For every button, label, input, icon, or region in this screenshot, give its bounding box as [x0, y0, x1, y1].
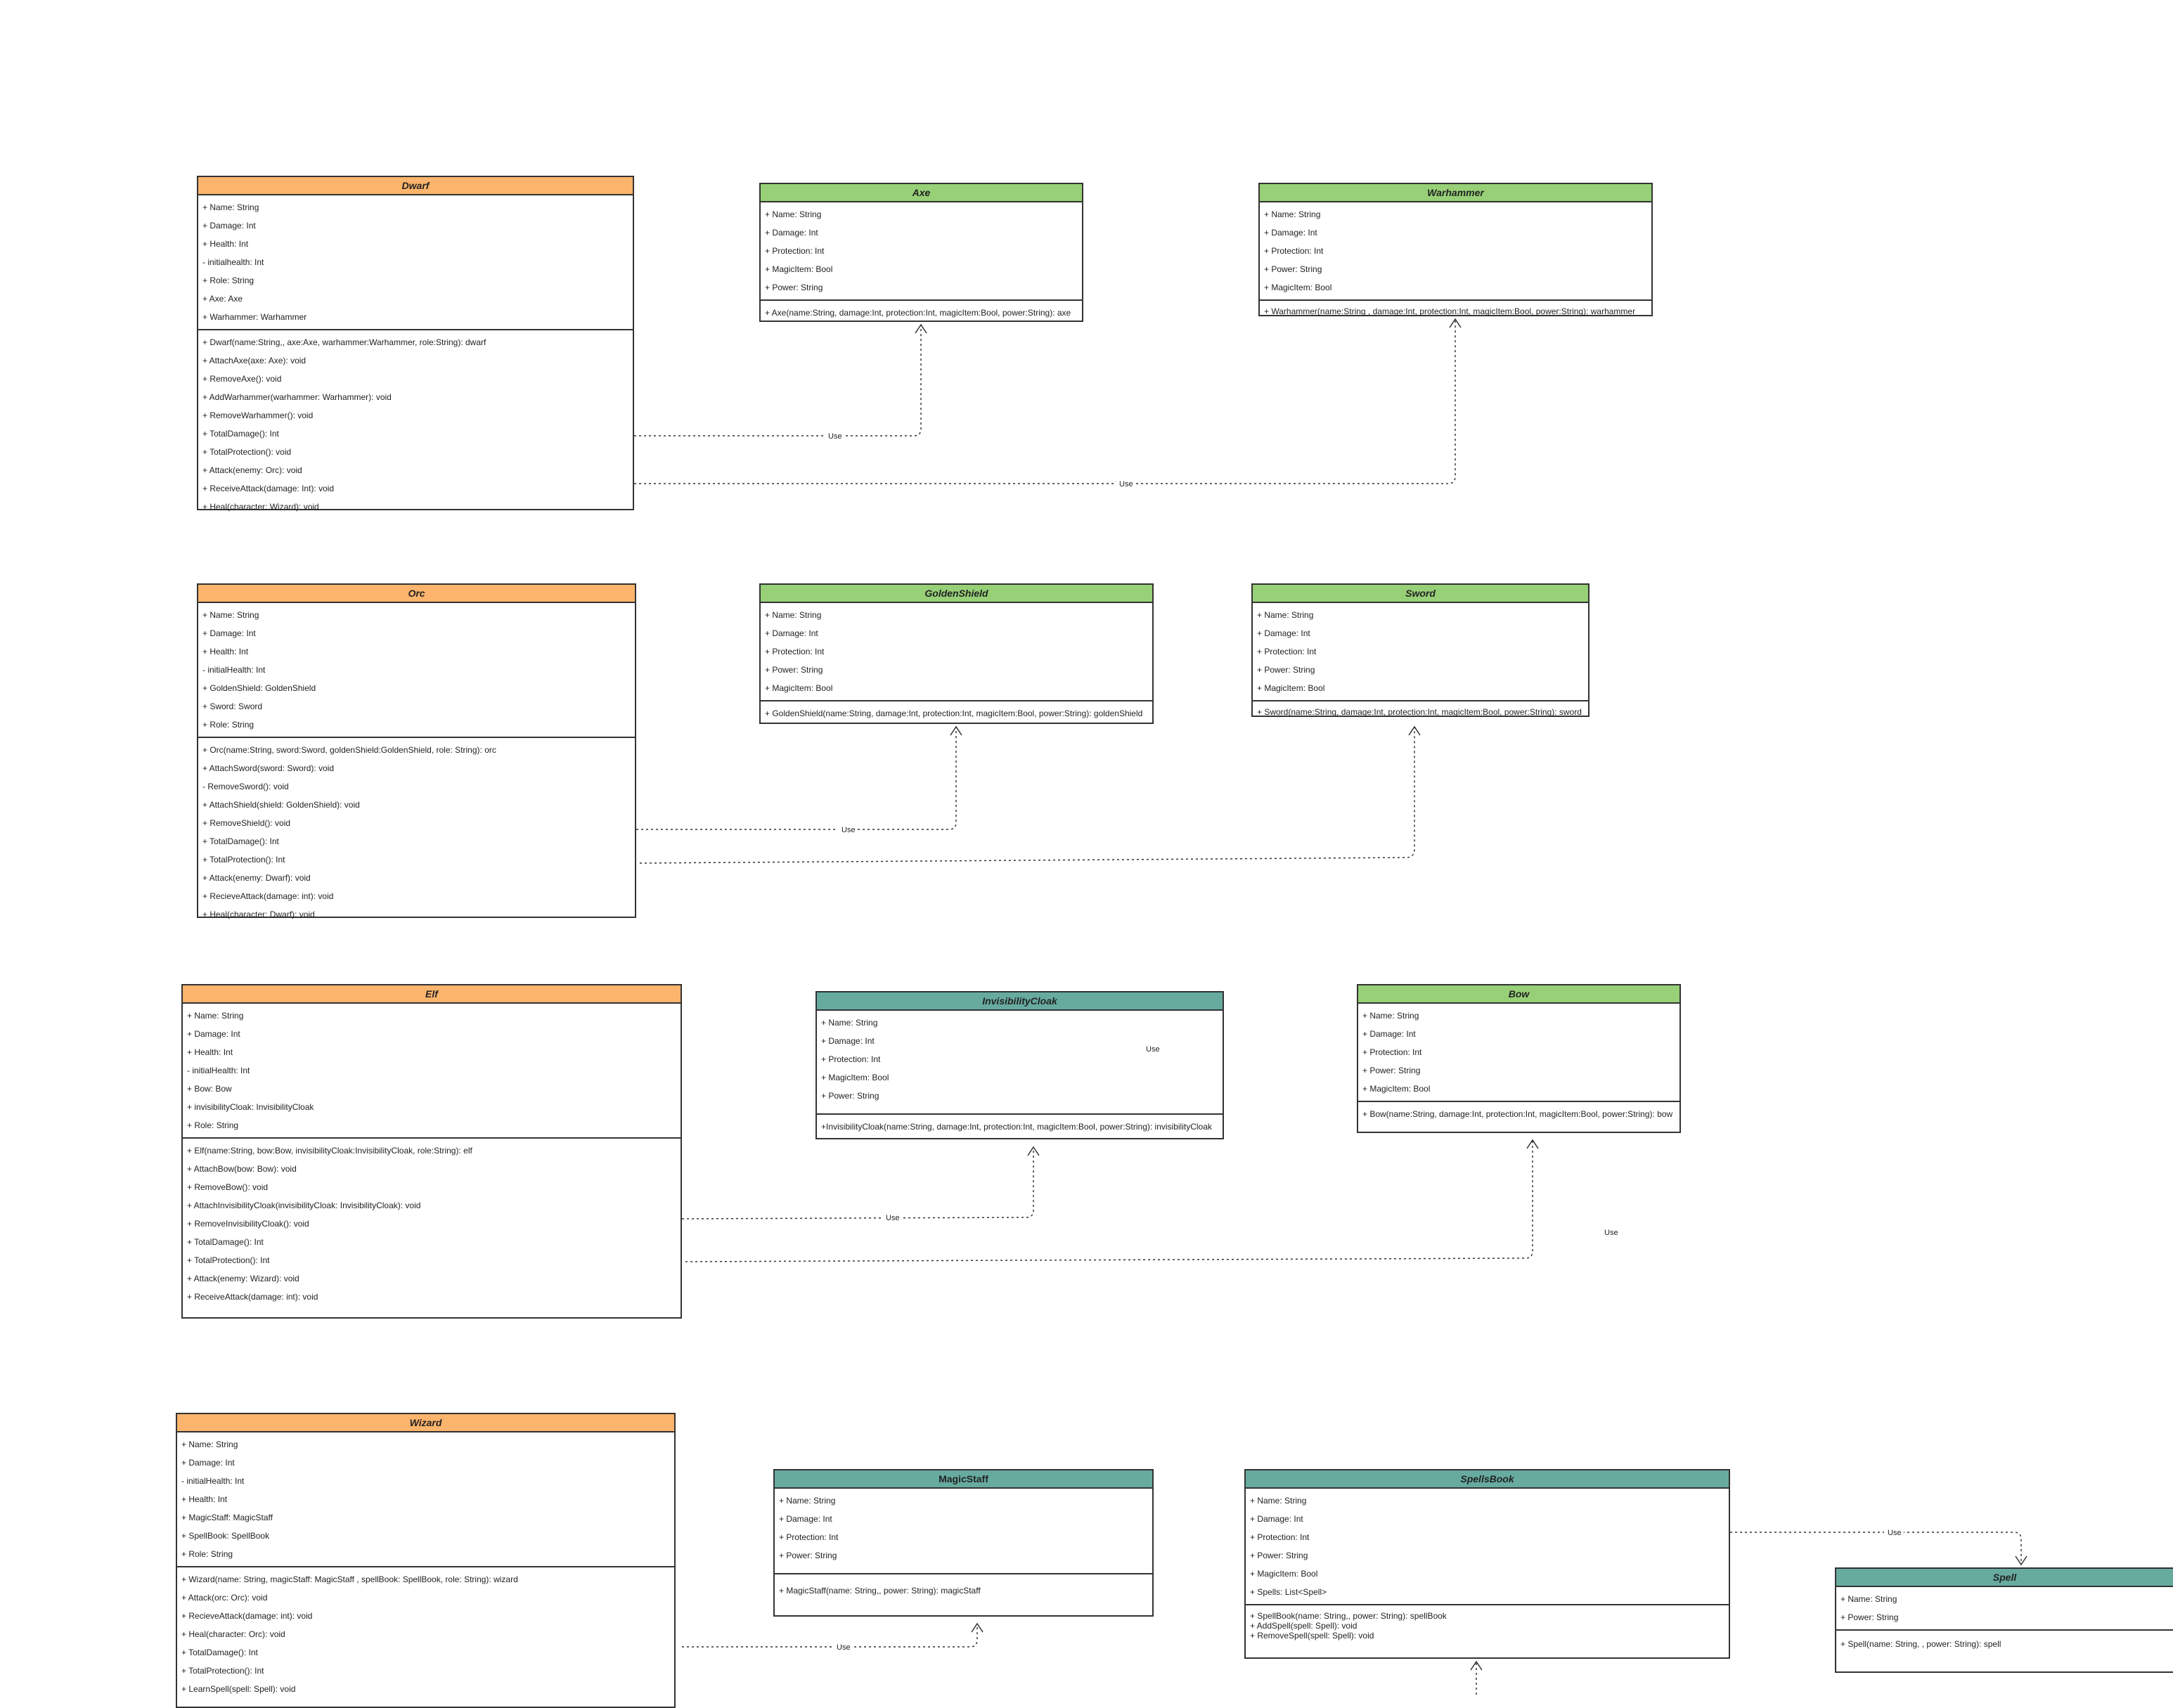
label-elf-invisibilitycloak: Use: [886, 1214, 900, 1222]
label-floating-use-1: Use: [1146, 1045, 1160, 1054]
dependency-connectors: Use Use Use Use Use Use Use Use: [634, 318, 2027, 1695]
label-floating-use-2: Use: [1604, 1229, 1618, 1237]
connector-dwarf-axe[interactable]: [634, 325, 922, 436]
label-dwarf-axe: Use: [828, 432, 842, 441]
connector-elf-bow[interactable]: [685, 1140, 1533, 1262]
connector-orc-sword[interactable]: [639, 727, 1415, 864]
connector-orc-goldenshield[interactable]: [636, 727, 957, 830]
connector-wizard-magicstaff[interactable]: [682, 1624, 978, 1648]
connector-elf-invisibilitycloak[interactable]: [681, 1147, 1034, 1219]
connector-dwarf-warhammer[interactable]: [634, 319, 1456, 484]
label-wizard-magicstaff: Use: [837, 1643, 851, 1652]
connector-spellsbook-spell[interactable]: [1730, 1532, 2022, 1565]
label-dwarf-warhammer: Use: [1119, 480, 1133, 489]
label-orc-goldenshield: Use: [842, 826, 856, 834]
label-spellsbook-spell: Use: [1888, 1529, 1902, 1537]
